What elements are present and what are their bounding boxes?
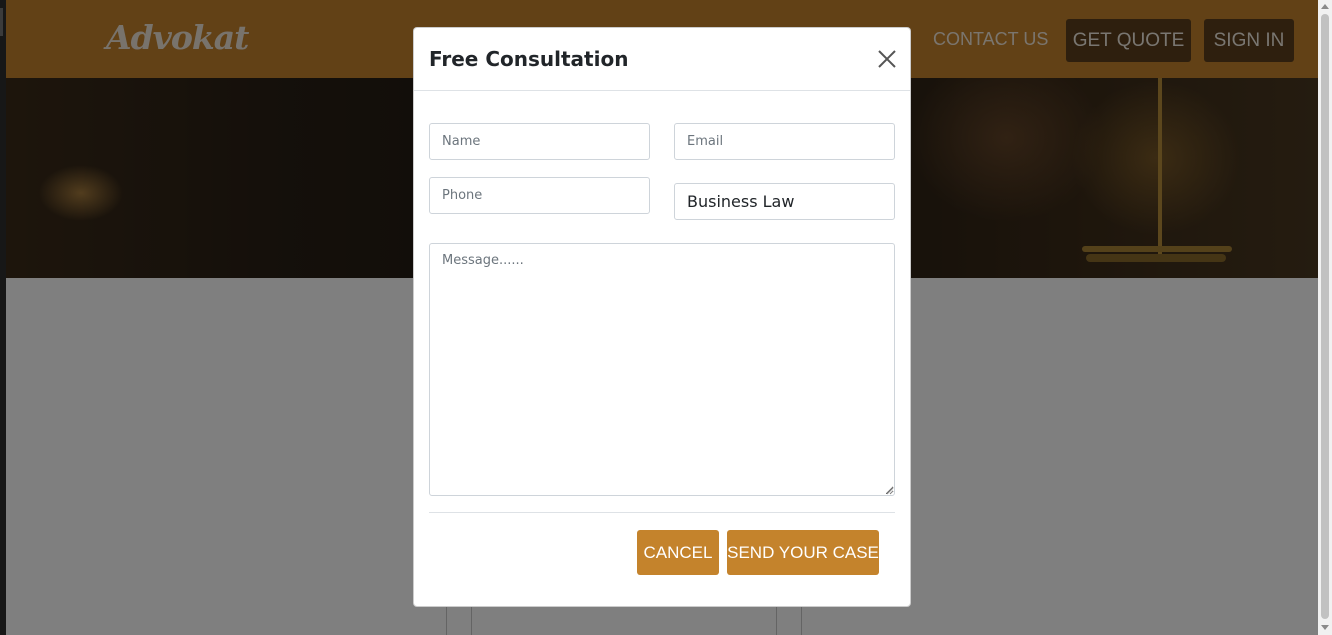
modal-footer-divider [429,512,895,513]
modal-header-divider [414,90,910,91]
cancel-button[interactable]: CANCEL [637,530,719,575]
resize-grip-icon[interactable] [886,487,894,495]
modal-title: Free Consultation [429,47,629,71]
send-your-case-button[interactable]: SEND YOUR CASE [727,530,879,575]
consultation-modal: Free Consultation Business Law CANCEL SE… [413,27,911,607]
practice-area-value: Business Law [687,192,795,211]
email-input[interactable] [674,123,895,160]
scrollbar-thumb[interactable] [1321,14,1329,619]
close-icon[interactable] [876,48,898,70]
practice-area-select[interactable]: Business Law [674,183,895,220]
name-input[interactable] [429,123,650,160]
scroll-down-arrow-icon[interactable] [1321,625,1329,630]
page-scrollbar[interactable] [1318,0,1332,635]
message-textarea[interactable] [429,243,895,496]
scroll-up-arrow-icon[interactable] [1321,4,1329,9]
phone-input[interactable] [429,177,650,214]
